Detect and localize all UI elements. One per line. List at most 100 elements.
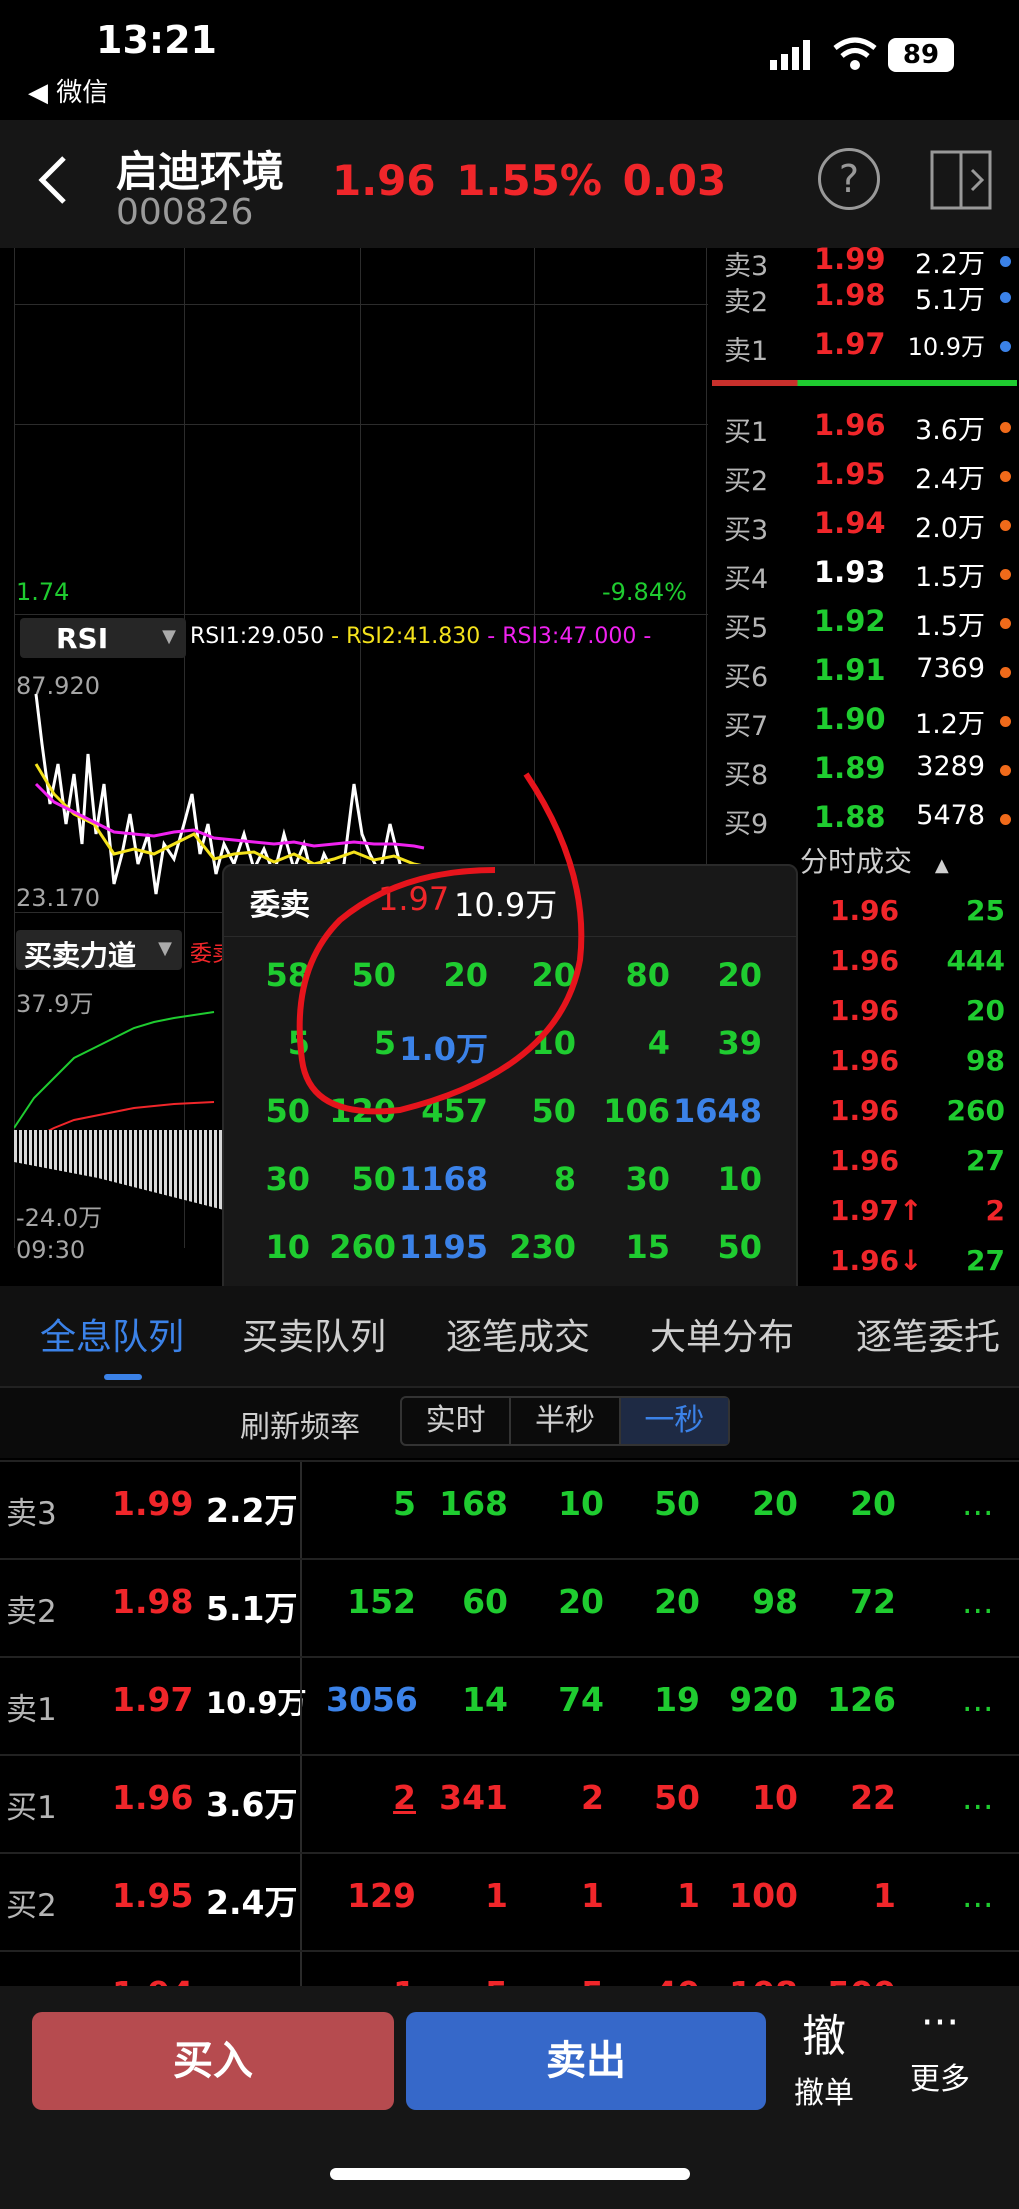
- buy-label: 买8: [724, 760, 769, 791]
- back-chevron-icon[interactable]: [30, 150, 80, 210]
- queue-order-cell: 152: [347, 1582, 416, 1621]
- buy-volume: 1.5万: [915, 611, 985, 642]
- cancel-order-button[interactable]: 撤 撤单: [784, 2000, 864, 2112]
- sell-row[interactable]: 卖1 1.97 10.9万: [710, 321, 1019, 370]
- queue-more[interactable]: ...: [962, 1680, 993, 1719]
- tick-price: 1.97↑: [830, 1194, 923, 1227]
- tab-buy-sell-queue[interactable]: 买卖队列: [242, 1308, 386, 1360]
- indicator-label: RSI: [56, 622, 109, 655]
- queue-order-cell: 50: [654, 1778, 700, 1817]
- queue-price: 1.97: [112, 1680, 194, 1719]
- buy-volume: 3.6万: [915, 415, 985, 446]
- buy-row[interactable]: 买9 1.88 5478: [710, 794, 1019, 843]
- buy-row[interactable]: 买2 1.95 2.4万: [710, 451, 1019, 500]
- queue-more[interactable]: ...: [962, 1582, 993, 1621]
- buy-row[interactable]: 买8 1.89 3289: [710, 745, 1019, 794]
- buy-button[interactable]: 买入: [32, 2012, 394, 2110]
- popup-order-cell: 20: [717, 956, 762, 994]
- buy-row[interactable]: 买5 1.92 1.5万: [710, 598, 1019, 647]
- force-indicator-select[interactable]: 买卖力道 ▼: [16, 930, 182, 972]
- queue-order-cell: 100: [729, 1876, 798, 1915]
- queue-order-cell: 5: [393, 1484, 416, 1523]
- sell-volume: 10.9万: [907, 333, 985, 361]
- queue-order-cell: 341: [439, 1778, 508, 1817]
- refresh-option-one-second[interactable]: 一秒: [620, 1398, 728, 1444]
- battery-level: 89: [902, 40, 940, 70]
- popup-order-cell: 50: [717, 1228, 762, 1266]
- buy-volume: 5478: [916, 800, 985, 831]
- tab-tick-trades[interactable]: 逐笔成交: [446, 1308, 590, 1360]
- queue-label: 买1: [6, 1790, 57, 1826]
- sell-row[interactable]: 卖2 1.98 5.1万: [710, 272, 1019, 321]
- indicator-select[interactable]: RSI ▼: [20, 618, 186, 658]
- force-min-label: -24.0万: [16, 1204, 103, 1232]
- queue-row[interactable]: 买1 1.96 3.6万 2 341 2 50 10 22...: [0, 1754, 1019, 1854]
- tick-header[interactable]: 分时成交 ▲: [800, 840, 949, 880]
- buy-row[interactable]: 买1 1.96 3.6万: [710, 402, 1019, 451]
- queue-more[interactable]: ...: [962, 1876, 993, 1915]
- queue-divider: [300, 1756, 302, 1854]
- sell-dot-icon: [1000, 256, 1011, 267]
- tick-price: 1.96↓: [830, 1244, 923, 1277]
- tick-volume: 444: [946, 944, 1005, 977]
- tab-full-queue[interactable]: 全息队列: [40, 1308, 184, 1360]
- queue-order-cell: 2: [581, 1778, 604, 1817]
- buy-row[interactable]: 买4 1.93 1.5万: [710, 549, 1019, 598]
- queue-order-cell: 20: [850, 1484, 896, 1523]
- queue-row[interactable]: 卖3 1.99 2.2万 5 168 10 50 20 20...: [0, 1460, 1019, 1560]
- sell-label: 卖1: [724, 336, 769, 367]
- refresh-bar: 刷新频率 实时 半秒 一秒: [0, 1386, 1019, 1458]
- queue-price: 1.99: [112, 1484, 194, 1523]
- popup-order-cell: 30: [625, 1160, 670, 1198]
- buy-price: 1.89: [814, 751, 886, 785]
- queue-volume: 10.9万: [206, 1686, 307, 1720]
- queue-order-cell: 3056: [326, 1680, 418, 1719]
- wifi-icon: [832, 36, 878, 72]
- popup-order-cell: 1195: [398, 1228, 488, 1266]
- buy-dot-icon: [1000, 569, 1011, 580]
- tick-price: 1.96: [830, 1144, 900, 1177]
- rsi-separator: -: [487, 624, 496, 649]
- tab-big-order-dist[interactable]: 大单分布: [650, 1308, 794, 1360]
- rsi-separator: -: [643, 624, 652, 649]
- sell-label: 卖2: [724, 287, 769, 318]
- queue-order-cell: 1: [581, 1876, 604, 1915]
- queue-order-cell: 10: [558, 1484, 604, 1523]
- queue-row[interactable]: 买2 1.95 2.4万 129 1 1 1 100 1...: [0, 1852, 1019, 1952]
- refresh-option-realtime[interactable]: 实时: [402, 1398, 512, 1444]
- buy-dot-icon: [1000, 618, 1011, 629]
- buy-price: 1.94: [814, 506, 886, 540]
- more-button[interactable]: ··· 更多: [900, 2000, 980, 2098]
- queue-more[interactable]: ...: [962, 1778, 993, 1817]
- buy-row[interactable]: 买6 1.91 7369: [710, 647, 1019, 696]
- buy-row[interactable]: 买3 1.94 2.0万: [710, 500, 1019, 549]
- buy-volume: 1.2万: [915, 709, 985, 740]
- more-label: 更多: [910, 2062, 970, 2097]
- buy-volume: 2.0万: [915, 513, 985, 544]
- queue-row[interactable]: 卖1 1.97 10.9万 3056 14 74 19 920 126...: [0, 1656, 1019, 1756]
- buy-dot-icon: [1000, 814, 1011, 825]
- buy-price: 1.92: [814, 604, 886, 638]
- popup-order-cell: 8: [553, 1160, 576, 1198]
- tab-tick-orders[interactable]: 逐笔委托: [856, 1308, 1000, 1360]
- tick-volume: 98: [966, 1044, 1005, 1077]
- queue-more[interactable]: ...: [962, 1484, 993, 1523]
- rsi-separator: -: [331, 624, 340, 649]
- sell-price: 1.98: [814, 278, 886, 312]
- refresh-segmented-control[interactable]: 实时 半秒 一秒: [400, 1396, 730, 1446]
- back-to-wechat-link[interactable]: ◀ 微信: [28, 72, 108, 109]
- tick-title: 分时成交: [800, 845, 913, 878]
- help-icon[interactable]: ?: [818, 148, 880, 210]
- book-ratio-bar: [712, 380, 1017, 386]
- buy-row[interactable]: 买7 1.90 1.2万: [710, 696, 1019, 745]
- queue-divider: [300, 1560, 302, 1658]
- buy-volume: 3289: [916, 751, 985, 782]
- rsi3-value: RSI3:47.000: [502, 624, 637, 649]
- queue-order-cell: 20: [558, 1582, 604, 1621]
- buy-label: 买3: [724, 515, 769, 546]
- tick-price: 1.96: [830, 1044, 900, 1077]
- refresh-option-half-second[interactable]: 半秒: [511, 1398, 621, 1444]
- queue-row[interactable]: 卖2 1.98 5.1万 152 60 20 20 98 72...: [0, 1558, 1019, 1658]
- split-view-icon[interactable]: [928, 146, 994, 212]
- sell-button[interactable]: 卖出: [406, 2012, 766, 2110]
